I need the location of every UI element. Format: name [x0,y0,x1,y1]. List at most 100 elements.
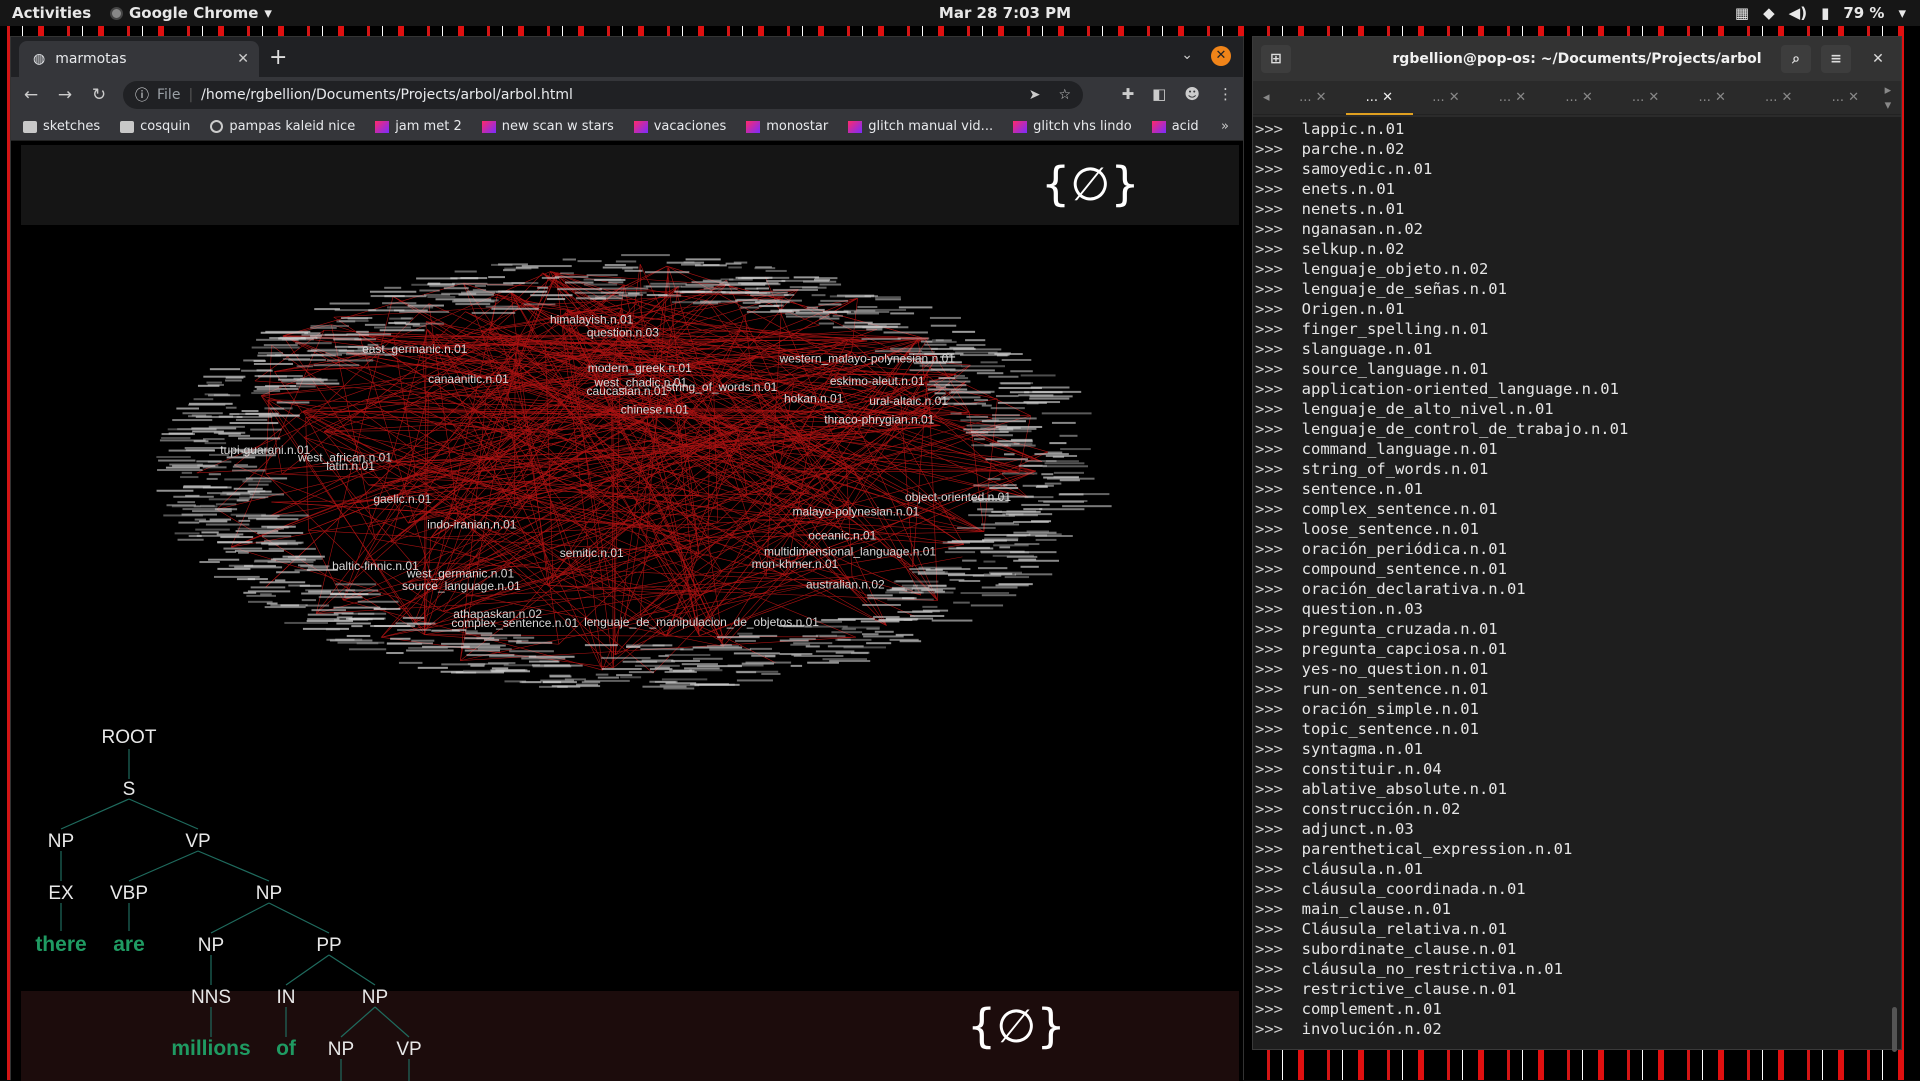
close-tab-icon[interactable]: ✕ [237,51,249,67]
graph-node-label[interactable]: gaelic.n.01 [373,492,431,506]
terminal-tab[interactable]: ... ✕ [1679,90,1746,105]
forward-button[interactable]: → [51,85,79,105]
bookmark-2[interactable]: pampas kaleid nice [210,119,355,134]
graph-node-label[interactable]: ural-altaic.n.01 [869,394,948,408]
tab-title: marmotas [55,51,126,67]
network-graph[interactable]: east_germanic.n.01latin.n.01baltic-finni… [11,201,1243,761]
terminal-tabs: ◂... ✕... ✕... ✕... ✕... ✕... ✕... ✕... … [1253,81,1901,115]
graph-node-label[interactable]: himalayish.n.01 [550,312,634,326]
clock[interactable]: Mar 28 7:03 PM [905,4,1105,22]
graph-node-label[interactable]: multidimensional_language.n.01 [764,544,936,558]
bookmark-6[interactable]: monostar [746,119,828,134]
window-close-button[interactable]: ✕ [1211,46,1231,66]
prompt: >>> [1255,820,1302,838]
graph-node-label[interactable]: malayo-polynesian.n.01 [793,505,920,519]
bookmark-label: acid [1172,119,1199,134]
bookmark-4[interactable]: new scan w stars [482,119,614,134]
terminal-output[interactable]: >>> lappic.n.01>>> parche.n.02>>> samoye… [1253,117,1901,1049]
terminal-line: >>> parenthetical_expression.n.01 [1255,839,1901,859]
profile-avatar[interactable]: ☻ [1184,85,1200,103]
address-bar[interactable]: ⓘ File | /home/rgbellion/Documents/Proje… [123,81,1083,109]
graph-node-label[interactable]: mon-khmer.n.01 [752,557,839,571]
graph-node-label[interactable]: modern_greek.n.01 [588,361,692,375]
graph-node-label[interactable]: western_malayo-polynesian.n.01 [778,352,955,366]
terminal-tab[interactable]: ... ✕ [1546,90,1613,105]
bookmark-8[interactable]: glitch vhs lindo [1013,119,1132,134]
close-icon[interactable]: ✕ [1863,45,1893,73]
browser-tab[interactable]: ◍ marmotas ✕ [19,41,259,77]
terminal-line: >>> lappic.n.01 [1255,119,1901,139]
reload-button[interactable]: ↻ [85,85,113,105]
bookmark-label: monostar [766,119,828,134]
graph-node-label[interactable]: eskimo-aleut.n.01 [830,374,925,388]
bookmarks-overflow-button[interactable]: » [1221,119,1229,134]
bookmark-9[interactable]: acid [1152,119,1199,134]
parse-tree: ROOT S NP VP EX VBP NP NP PP NNS IN NP N… [11,721,511,1081]
output-text: parenthetical_expression.n.01 [1302,840,1573,858]
graph-node-label[interactable]: indo-iranian.n.01 [427,517,517,531]
output-text: ablative_absolute.n.01 [1302,780,1507,798]
output-text: complex_sentence.n.01 [1302,500,1498,518]
info-icon[interactable]: ⓘ [135,85,149,105]
terminal-tab[interactable]: ... ✕ [1346,81,1413,115]
bookmark-0[interactable]: sketches [23,119,100,134]
graph-node-label[interactable]: thraco-phrygian.n.01 [824,413,934,427]
graph-node-label[interactable]: question.n.03 [587,325,659,339]
prompt: >>> [1255,400,1302,418]
tree-node-pp: PP [316,935,341,956]
prompt: >>> [1255,240,1302,258]
bookmark-1[interactable]: cosquin [120,119,190,134]
graph-node-label[interactable]: source_language.n.01 [402,579,521,593]
extensions-icon[interactable]: ✚ [1122,85,1135,103]
graph-node-label[interactable]: tupi-guarani.n.01 [220,443,310,457]
graph-node-label[interactable]: complex_sentence.n.01 [451,616,578,630]
terminal-tab[interactable]: ... ✕ [1745,90,1812,105]
graph-node-label[interactable]: australian.n.02 [806,577,885,591]
terminal-tab[interactable]: ... ✕ [1812,90,1879,105]
terminal-line: >>> samoyedic.n.01 [1255,159,1901,179]
prompt: >>> [1255,260,1302,278]
bookmark-7[interactable]: glitch manual vid... [848,119,993,134]
tab-search-button[interactable]: ⌄ [1181,47,1193,63]
bookmark-label: glitch manual vid... [868,119,993,134]
tab-scroll-left-button[interactable]: ◂ [1253,90,1280,105]
graph-node-label[interactable]: object-oriented.n.01 [905,490,1011,504]
bookmark-3[interactable]: jam met 2 [375,119,462,134]
new-terminal-icon[interactable]: ⊞ [1261,45,1291,73]
graph-node-label[interactable]: lenguaje_de_manipulacion_de_objetos.n.01 [584,615,819,629]
tree-node-np: NP [198,935,224,956]
side-panel-icon[interactable]: ◧ [1152,85,1166,103]
terminal-line: >>> compound_sentence.n.01 [1255,559,1901,579]
terminal-tab[interactable]: ... ✕ [1280,90,1347,105]
graph-node-label[interactable]: west_chadic.n.01 [593,376,687,390]
graph-node-label[interactable]: semitic.n.01 [560,546,624,560]
graph-node-label[interactable]: hokan.n.01 [784,391,844,405]
terminal-tab[interactable]: ... ✕ [1612,90,1679,105]
menu-icon[interactable]: ≡ [1821,45,1851,73]
graph-node-label[interactable]: oceanic.n.01 [808,528,876,542]
search-icon[interactable]: ⌕ [1781,45,1811,73]
graph-node-label[interactable]: west_african.n.01 [297,450,392,464]
app-menu[interactable]: Google Chrome ▾ [110,4,272,22]
terminal-tab[interactable]: ... ✕ [1479,90,1546,105]
tab-scroll-right-button[interactable]: ▸ ▾ [1879,83,1901,113]
prompt: >>> [1255,860,1302,878]
terminal-scrollbar[interactable] [1892,1007,1897,1052]
graph-node-label[interactable]: canaanitic.n.01 [428,372,509,386]
terminal-tab[interactable]: ... ✕ [1413,90,1480,105]
activities-button[interactable]: Activities [12,4,91,22]
terminal-line: >>> lenguaje_de_control_de_trabajo.n.01 [1255,419,1901,439]
page-content: {∅} east_germanic.n.01latin.n.01baltic-f… [11,141,1243,1081]
send-icon[interactable]: ➤ [1029,87,1041,103]
terminal-line: >>> constituir.n.04 [1255,759,1901,779]
bookmark-star-icon[interactable]: ☆ [1058,87,1071,103]
new-tab-button[interactable]: + [269,45,287,70]
back-button[interactable]: ← [17,85,45,105]
bookmark-5[interactable]: vacaciones [634,119,727,134]
graph-node-label[interactable]: chinese.n.01 [621,403,689,417]
system-tray[interactable]: ▦ ◆ ◀) ▮ 79 % ▾ [1735,4,1906,22]
menu-icon[interactable]: ⋮ [1218,85,1233,103]
terminal-line: >>> application-oriented_language.n.01 [1255,379,1901,399]
prompt: >>> [1255,840,1302,858]
graph-node-label[interactable]: east_germanic.n.01 [362,342,468,356]
